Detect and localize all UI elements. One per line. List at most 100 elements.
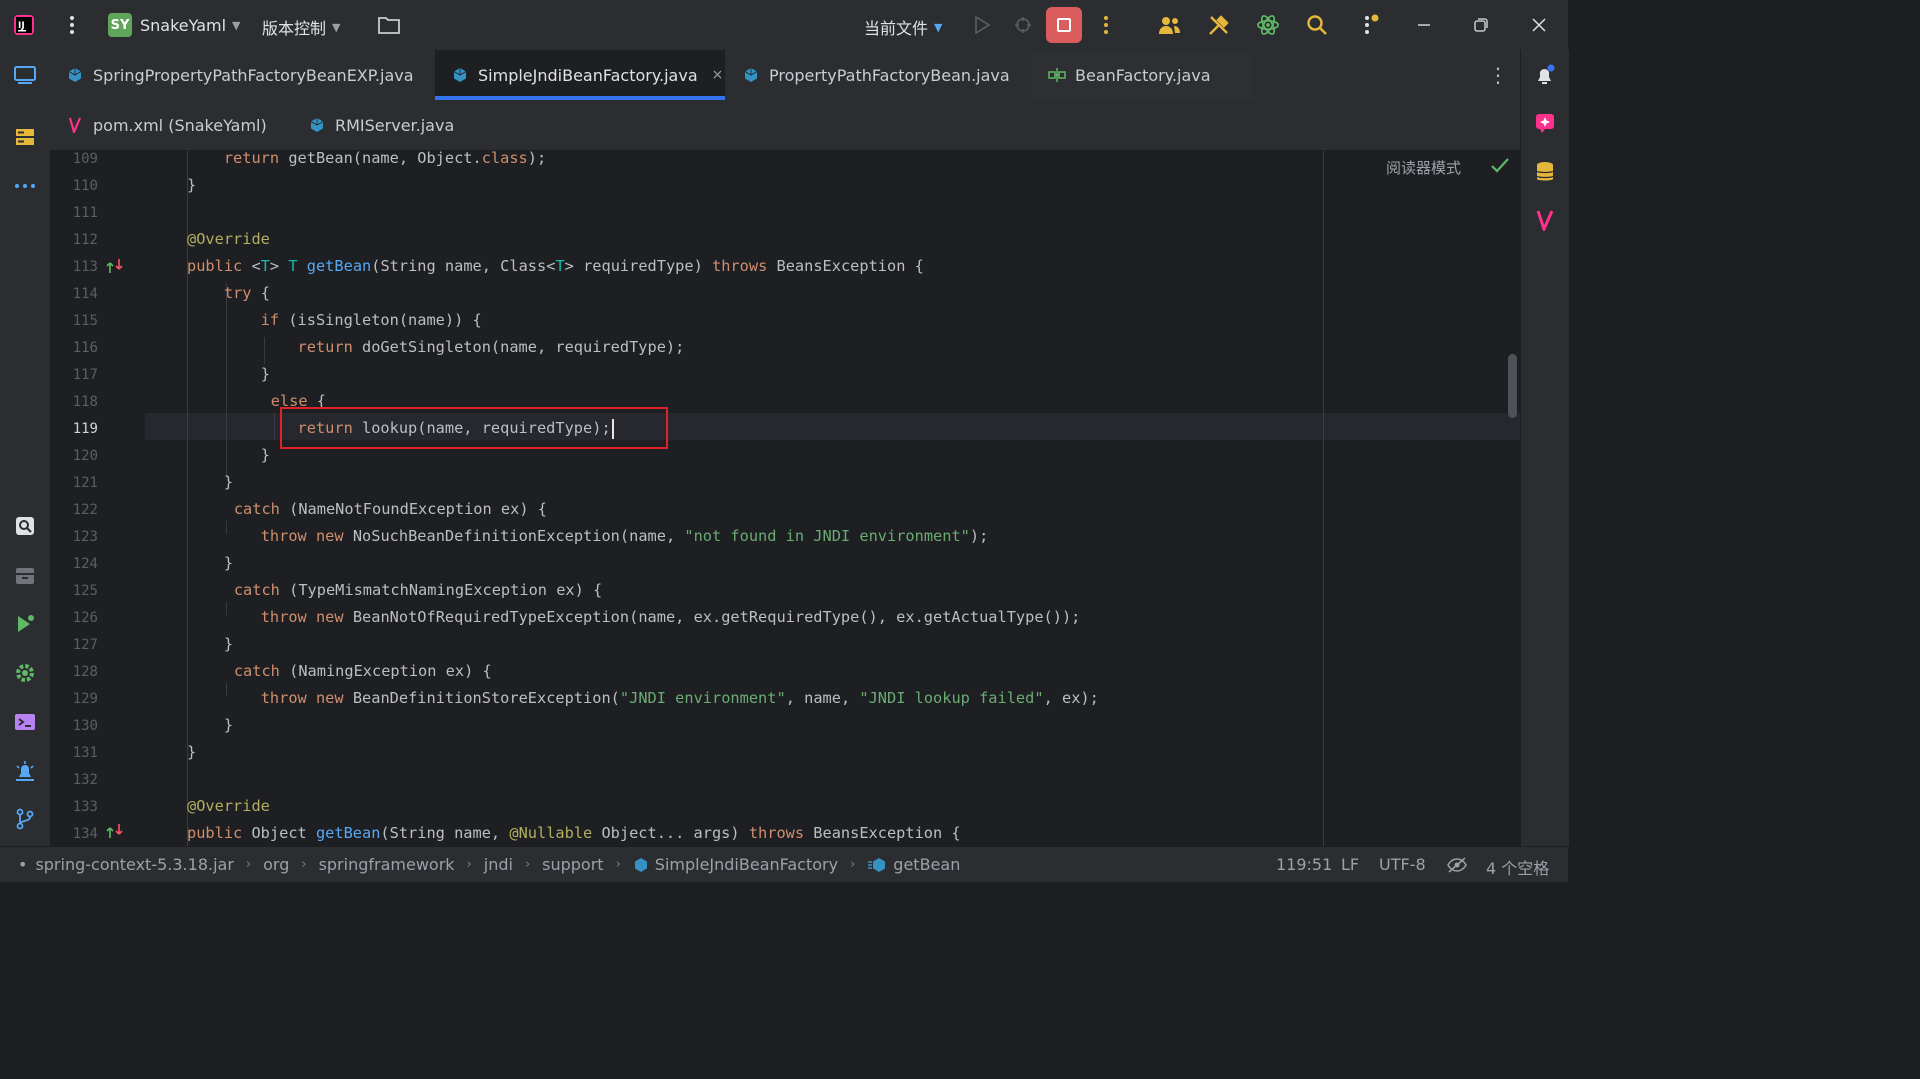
implements-method-icon[interactable]: [106, 822, 124, 840]
right-margin-guide: [1323, 151, 1324, 846]
line-number: 128: [72, 664, 98, 680]
settings-updates-icon[interactable]: [1357, 13, 1381, 37]
ai-chat-icon[interactable]: [1533, 111, 1557, 135]
token: NoSuchBeanDefinitionException(name,: [343, 527, 685, 545]
reader-mode-toggle[interactable]: 阅读器模式: [1386, 157, 1461, 178]
token: (String name,: [380, 824, 510, 842]
tab-bean-factory[interactable]: BeanFactory.java: [1032, 50, 1254, 100]
terminal-icon[interactable]: [13, 710, 37, 734]
token: throw: [260, 689, 307, 707]
line-separator[interactable]: LF: [1341, 855, 1359, 874]
read-only-toggle-icon[interactable]: [1447, 856, 1467, 874]
token: public: [187, 824, 243, 842]
tab-spring-property-path-factory-bean-exp[interactable]: SpringPropertyPathFactoryBeanEXP.java: [50, 50, 436, 100]
minimize-icon[interactable]: [1412, 13, 1436, 37]
ai-assistant-icon[interactable]: [1256, 13, 1280, 37]
breadcrumb-item[interactable]: jndi: [484, 855, 513, 874]
line-number: 109: [72, 151, 98, 167]
token: > requiredType): [564, 257, 713, 275]
maven-icon[interactable]: [1533, 208, 1557, 232]
code-with-me-icon[interactable]: [1158, 13, 1182, 37]
check-icon[interactable]: [1490, 157, 1510, 179]
token: >: [269, 257, 289, 275]
search-icon[interactable]: [1305, 13, 1329, 37]
line-number: 116: [72, 340, 98, 356]
title-bar: IJ SY SnakeYaml ▼ 版本控制 ▼ 当前文件 ▼: [0, 0, 1568, 50]
token: class: [481, 151, 528, 167]
main-menu-icon[interactable]: [60, 13, 84, 37]
line-number: 126: [72, 610, 98, 626]
tab-rmi-server[interactable]: RMIServer.java: [292, 100, 478, 150]
project-selector[interactable]: SY SnakeYaml ▼: [108, 13, 241, 37]
token: "not found in JNDI environment": [684, 527, 970, 545]
breadcrumb: • spring-context-5.3.18.jar › org › spri…: [18, 855, 960, 874]
breadcrumb-item[interactable]: spring-context-5.3.18.jar: [35, 855, 233, 874]
database-icon[interactable]: [1533, 160, 1557, 184]
services-icon[interactable]: [13, 564, 37, 588]
vcs-selector[interactable]: 版本控制 ▼: [262, 15, 340, 39]
line-number: 115: [72, 313, 98, 329]
token: );: [527, 151, 547, 167]
line-number: 121: [72, 475, 98, 491]
token: BeanDefinitionStoreException(: [343, 689, 620, 707]
project-view-icon[interactable]: [13, 63, 37, 87]
code-line: throw new BeanNotOfRequiredTypeException…: [187, 604, 1081, 631]
find-icon[interactable]: [13, 514, 37, 538]
code-line: catch (NameNotFoundException ex) {: [197, 496, 547, 523]
settings-icon[interactable]: [13, 661, 37, 685]
tabs-more-icon[interactable]: ⋮: [1486, 63, 1510, 87]
breadcrumb-item[interactable]: support: [542, 855, 603, 874]
token: T: [260, 257, 270, 275]
indent-setting[interactable]: 4 个空格: [1486, 855, 1549, 879]
debug-icon[interactable]: [1011, 13, 1035, 37]
file-encoding[interactable]: UTF-8: [1379, 855, 1426, 874]
java-class-icon: [451, 66, 469, 84]
token: }: [260, 365, 270, 383]
token: catch: [233, 581, 280, 599]
line-number: 132: [72, 772, 98, 788]
line-number: 120: [72, 448, 98, 464]
structure-icon[interactable]: [13, 125, 37, 149]
java-class-icon: [633, 857, 649, 873]
folder-icon[interactable]: [377, 13, 401, 37]
run-config-selector[interactable]: 当前文件 ▼: [864, 15, 942, 39]
breadcrumb-item[interactable]: springframework: [319, 855, 455, 874]
breadcrumb-item[interactable]: SimpleJndiBeanFactory: [655, 855, 838, 874]
run-icon[interactable]: [970, 13, 994, 37]
tab-pom-xml[interactable]: pom.xml (SnakeYaml): [50, 100, 291, 150]
run-tool-icon[interactable]: [13, 612, 37, 636]
git-branch-icon[interactable]: [13, 807, 37, 831]
token: (TypeMismatchNamingException ex) {: [279, 581, 603, 599]
breadcrumb-item[interactable]: org: [263, 855, 289, 874]
breadcrumb-item[interactable]: getBean: [893, 855, 960, 874]
token: new: [315, 689, 344, 707]
notifications-icon[interactable]: [1533, 63, 1557, 87]
tab-property-path-factory-bean[interactable]: PropertyPathFactoryBean.java: [726, 50, 1032, 100]
token: (NameNotFoundException ex) {: [279, 500, 547, 518]
app-logo-icon[interactable]: IJ: [12, 13, 36, 37]
more-tools-icon[interactable]: [13, 174, 37, 198]
code-line: @Override: [187, 226, 270, 253]
code-editor[interactable]: 109 110 111 112 113 114 115 116 117 118 …: [50, 151, 1520, 846]
token: public: [187, 257, 243, 275]
close-icon[interactable]: [1527, 13, 1551, 37]
problems-icon[interactable]: [13, 759, 37, 783]
restore-icon[interactable]: [1469, 13, 1493, 37]
stop-button[interactable]: [1046, 7, 1082, 43]
token: );: [969, 527, 989, 545]
token: (String name, Class<: [371, 257, 556, 275]
code-line: }: [187, 442, 270, 469]
implements-method-icon[interactable]: [106, 257, 124, 275]
close-tab-icon[interactable]: ×: [712, 67, 724, 83]
build-tools-icon[interactable]: [1207, 13, 1231, 37]
tab-simple-jndi-bean-factory[interactable]: SimpleJndiBeanFactory.java ×: [435, 50, 725, 100]
line-number: 131: [72, 745, 98, 761]
token: BeanNotOfRequiredTypeException(name, ex.…: [343, 608, 1081, 626]
more-actions-icon[interactable]: [1094, 13, 1118, 37]
vertical-scrollbar[interactable]: [1508, 354, 1517, 418]
line-number: 110: [72, 178, 98, 194]
token: catch: [233, 500, 280, 518]
editor-tabs-row-2: pom.xml (SnakeYaml) RMIServer.java: [50, 100, 1520, 151]
caret-position[interactable]: 119:51: [1276, 855, 1332, 874]
